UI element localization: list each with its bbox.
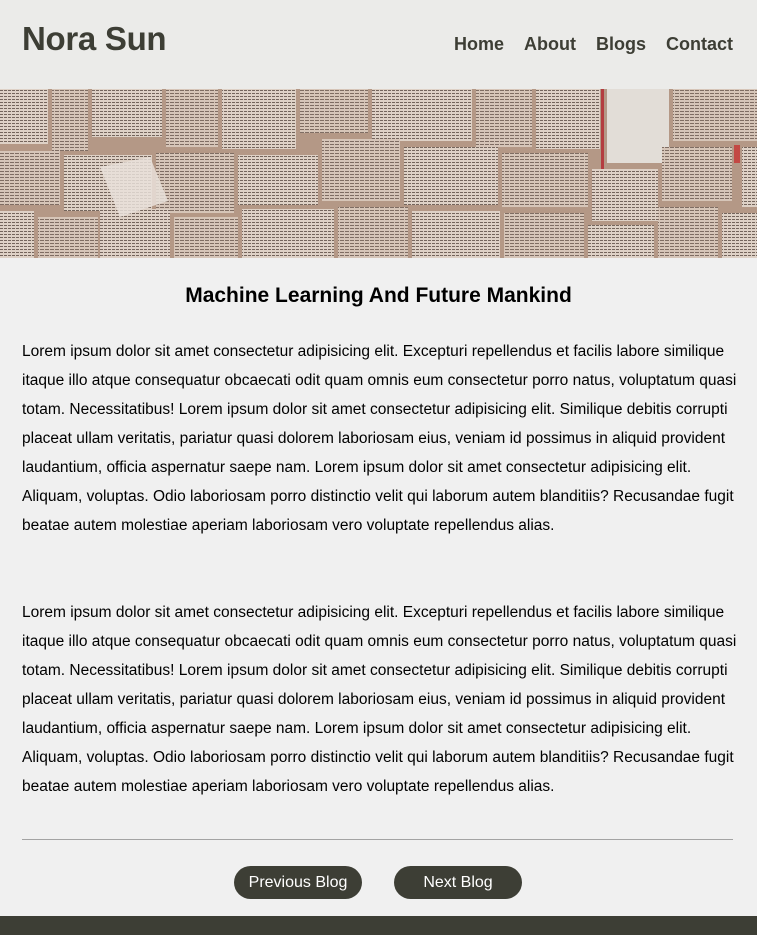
nav-item-blogs[interactable]: Blogs bbox=[596, 34, 646, 55]
open-books-illustration bbox=[0, 89, 757, 258]
nav-item-home[interactable]: Home bbox=[454, 34, 504, 55]
nav-item-about[interactable]: About bbox=[524, 34, 576, 55]
content-divider bbox=[22, 839, 733, 840]
site-logo[interactable]: Nora Sun bbox=[22, 20, 167, 58]
site-header: Nora Sun Home About Blogs Contact bbox=[0, 0, 757, 89]
site-footer bbox=[0, 916, 757, 935]
main-nav: Home About Blogs Contact bbox=[454, 34, 733, 55]
hero-banner-image bbox=[0, 89, 757, 258]
previous-blog-button[interactable]: Previous Blog bbox=[234, 866, 362, 899]
article-paragraph: Lorem ipsum dolor sit amet consectetur a… bbox=[22, 343, 737, 534]
article-paragraph: Lorem ipsum dolor sit amet consectetur a… bbox=[22, 604, 737, 795]
next-blog-button[interactable]: Next Blog bbox=[394, 866, 522, 899]
nav-item-contact[interactable]: Contact bbox=[666, 34, 733, 55]
article-title: Machine Learning And Future Mankind bbox=[185, 284, 572, 307]
